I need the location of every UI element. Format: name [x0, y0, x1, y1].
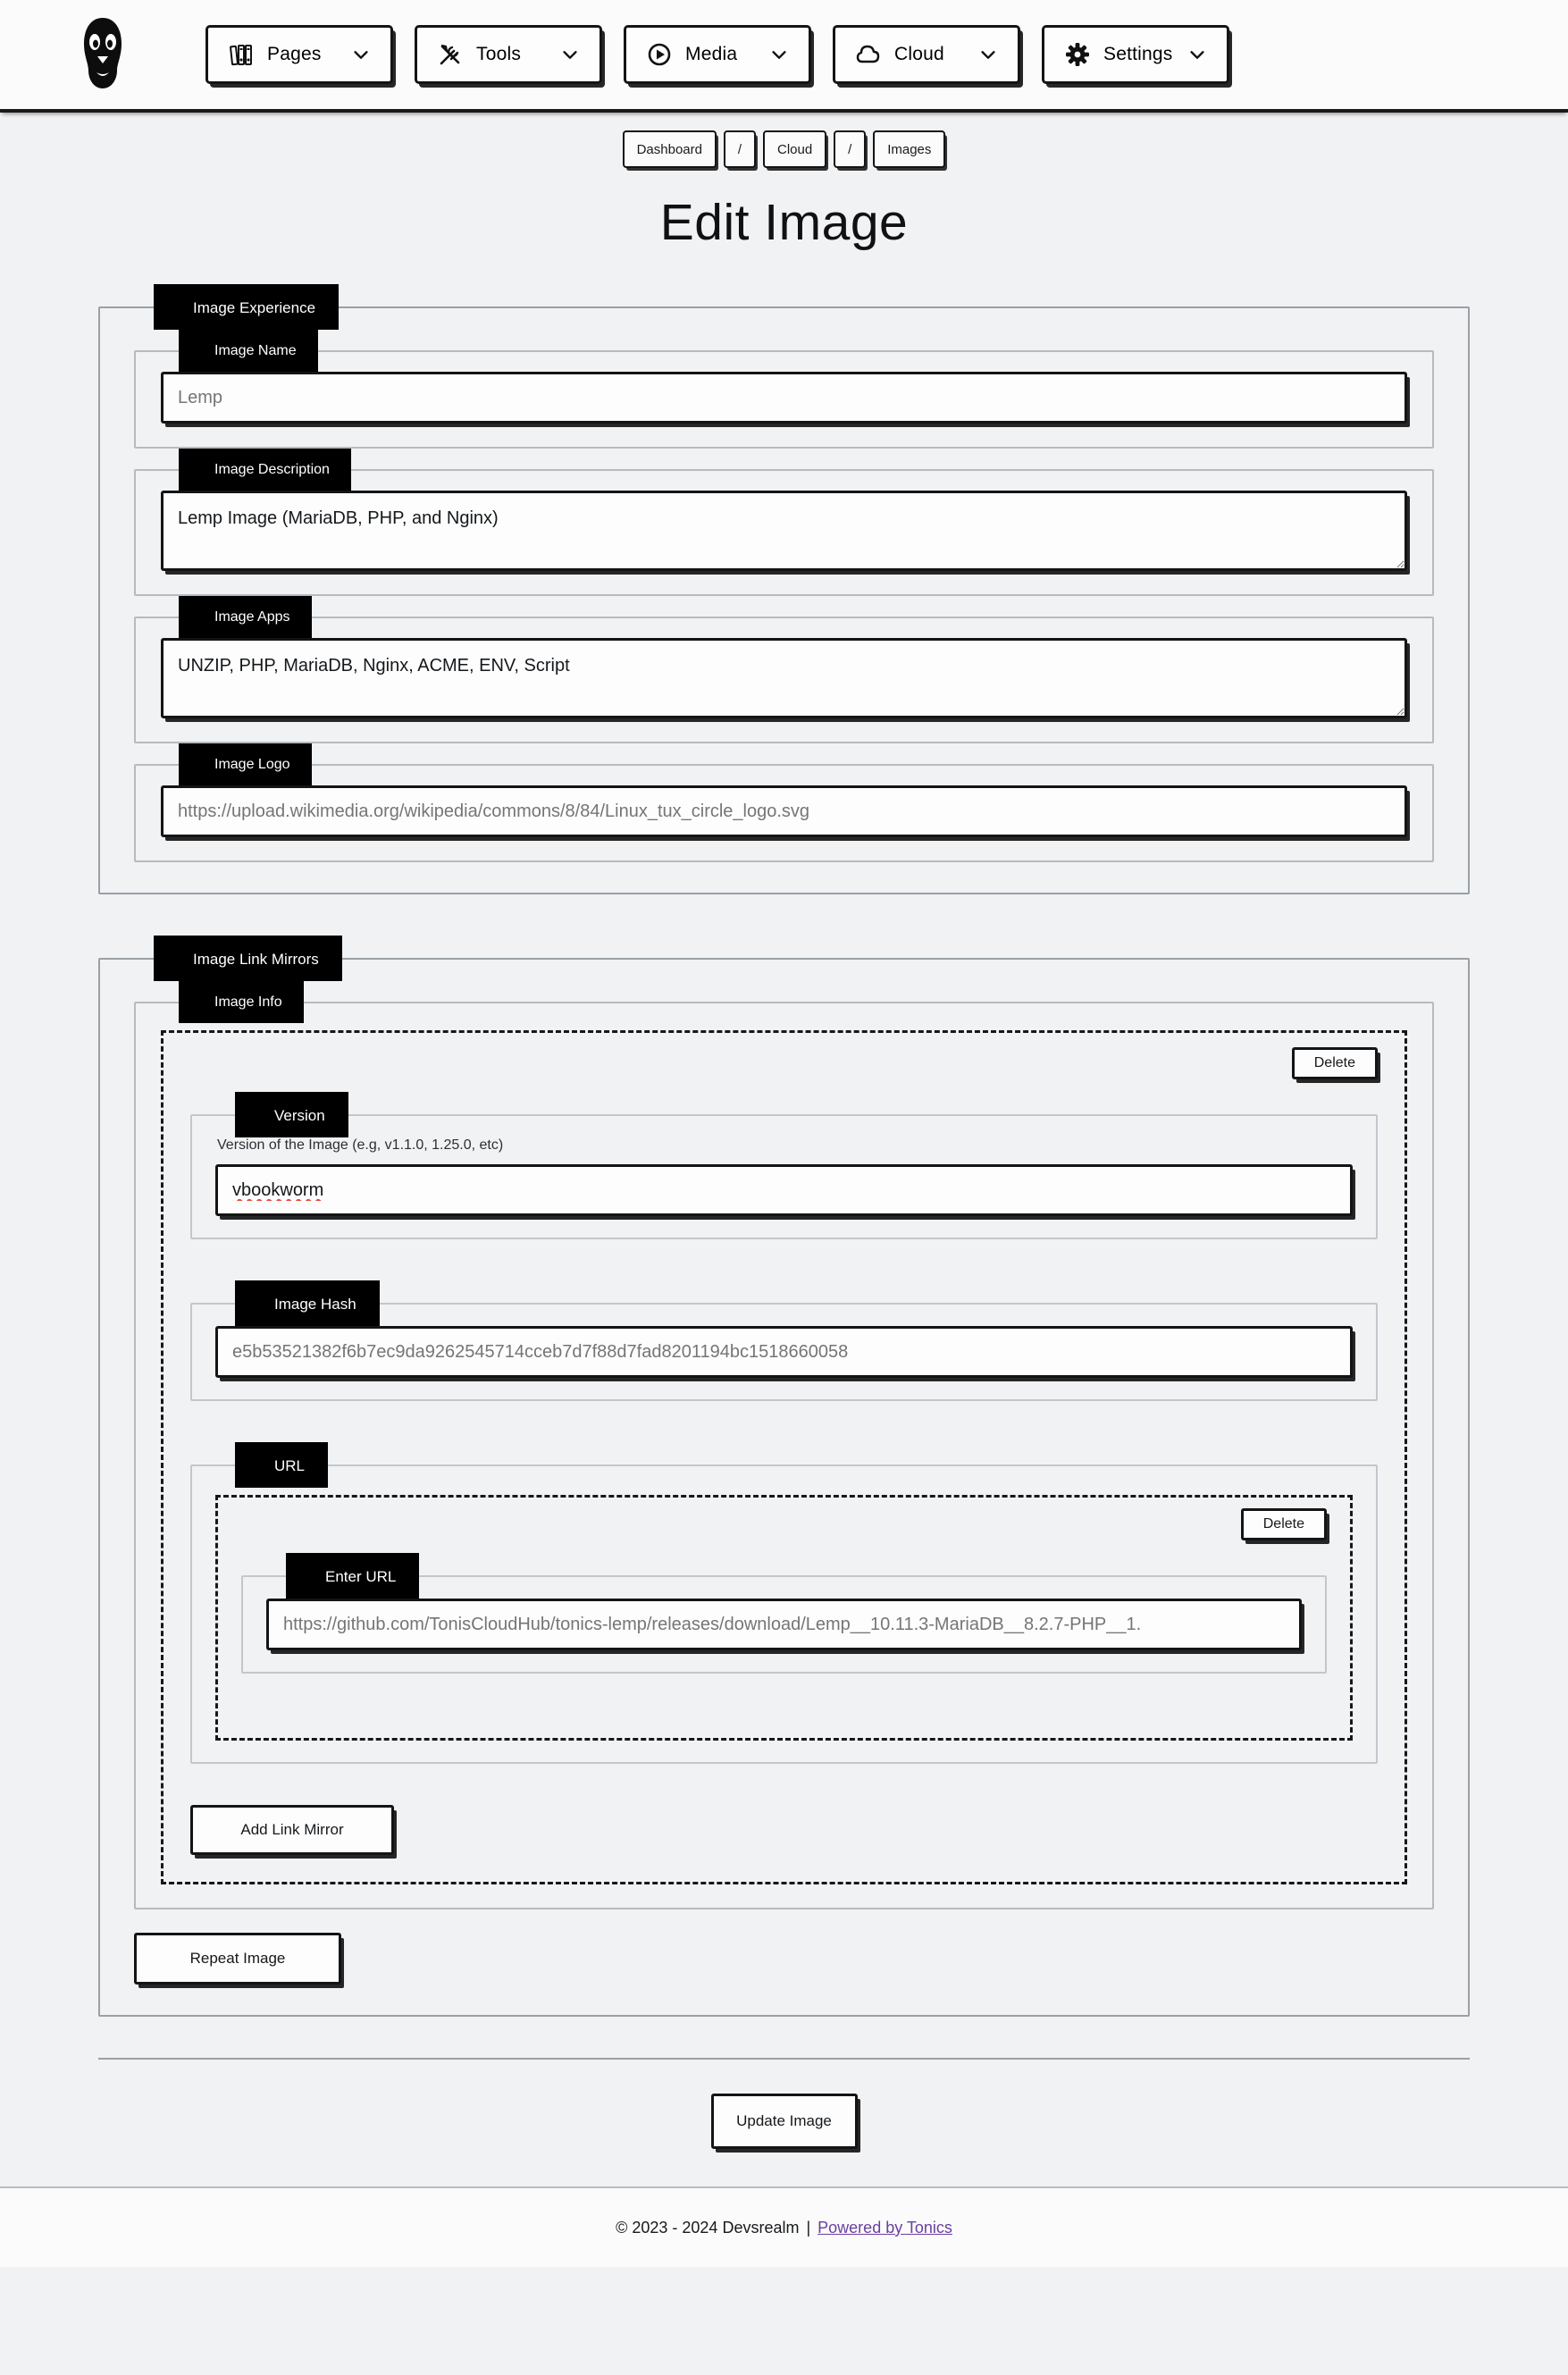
- update-image-button[interactable]: Update Image: [710, 2094, 858, 2149]
- chevron-down-icon: [354, 51, 368, 59]
- site-logo[interactable]: [0, 17, 205, 92]
- nav-item-label: Cloud: [894, 44, 944, 64]
- image-hash-input[interactable]: [215, 1326, 1353, 1378]
- breadcrumb: Dashboard / Cloud / Images: [0, 113, 1568, 168]
- enter-url-legend: Enter URL: [286, 1553, 420, 1599]
- submit-row: Update Image: [98, 2058, 1470, 2186]
- top-navigation-bar: Pages Tools Media Cloud Settings: [0, 0, 1568, 113]
- image-name-legend: Image Name: [179, 330, 318, 372]
- repeat-image-row: Repeat Image: [134, 1933, 1434, 1985]
- nav-item-label: Settings: [1103, 44, 1173, 64]
- version-group: Version Version of the Image (e.g, v1.1.…: [190, 1092, 1378, 1239]
- footer-copyright: © 2023 - 2024 Devsrealm: [616, 2218, 800, 2237]
- edit-image-form: Image Experience Image Name Image Descri…: [0, 284, 1568, 2186]
- image-description-legend: Image Description: [179, 449, 351, 491]
- nav-item-cloud[interactable]: Cloud: [833, 25, 1020, 84]
- add-link-mirror-row: Add Link Mirror: [190, 1805, 1378, 1855]
- image-logo-input[interactable]: [161, 785, 1407, 837]
- image-logo-group: Image Logo: [134, 743, 1434, 862]
- image-apps-group: Image Apps: [134, 596, 1434, 743]
- page-title: Edit Image: [659, 194, 909, 251]
- url-delete-row: Delete: [241, 1508, 1327, 1540]
- nav-item-tools[interactable]: Tools: [415, 25, 602, 84]
- image-apps-textarea[interactable]: [161, 638, 1407, 718]
- breadcrumb-item-images[interactable]: Images: [873, 130, 946, 168]
- nav-item-settings[interactable]: Settings: [1042, 25, 1229, 84]
- image-link-mirrors-legend: Image Link Mirrors: [154, 936, 342, 981]
- image-hash-group: Image Hash: [190, 1280, 1378, 1401]
- footer-separator: |: [806, 2218, 811, 2237]
- chevron-down-icon: [563, 51, 577, 59]
- chevron-down-icon: [1190, 51, 1204, 59]
- image-link-mirrors-section: Image Link Mirrors Image Info Delete Ver…: [98, 936, 1470, 2017]
- image-name-input[interactable]: [161, 372, 1407, 424]
- chevron-down-icon: [772, 51, 786, 59]
- image-description-group: Image Description: [134, 449, 1434, 596]
- breadcrumb-separator: /: [834, 130, 867, 168]
- image-description-textarea[interactable]: [161, 491, 1407, 571]
- image-logo-legend: Image Logo: [179, 743, 312, 785]
- delete-url-button[interactable]: Delete: [1240, 1508, 1327, 1540]
- books-icon: [228, 41, 255, 68]
- image-info-delete-row: Delete: [190, 1047, 1378, 1079]
- tools-icon: [437, 41, 464, 68]
- breadcrumb-item-cloud[interactable]: Cloud: [762, 130, 827, 168]
- image-name-group: Image Name: [134, 330, 1434, 449]
- image-info-legend: Image Info: [179, 981, 304, 1023]
- image-hash-legend: Image Hash: [235, 1280, 380, 1326]
- url-group: URL Delete Enter URL: [190, 1442, 1378, 1764]
- chevron-down-icon: [981, 51, 995, 59]
- breadcrumb-separator: /: [723, 130, 756, 168]
- image-info-group: Image Info Delete Version Version of the…: [134, 981, 1434, 1909]
- image-experience-legend: Image Experience: [154, 284, 340, 330]
- breadcrumb-item-dashboard[interactable]: Dashboard: [622, 130, 717, 168]
- image-info-repeater-item: Delete Version Version of the Image (e.g…: [161, 1030, 1407, 1884]
- cloud-icon: [855, 41, 882, 68]
- nav-item-pages[interactable]: Pages: [205, 25, 393, 84]
- nav-item-label: Media: [685, 44, 738, 64]
- tux-logo-icon: [84, 18, 122, 88]
- image-experience-section: Image Experience Image Name Image Descri…: [98, 284, 1470, 894]
- footer-powered-by-link[interactable]: Powered by Tonics: [818, 2219, 952, 2237]
- version-input[interactable]: [215, 1164, 1353, 1216]
- nav-item-label: Pages: [267, 44, 322, 64]
- play-circle-icon: [646, 41, 673, 68]
- enter-url-group: Enter URL: [241, 1553, 1327, 1674]
- add-link-mirror-button[interactable]: Add Link Mirror: [190, 1805, 394, 1855]
- repeat-image-button[interactable]: Repeat Image: [134, 1933, 341, 1985]
- enter-url-input[interactable]: [266, 1599, 1302, 1650]
- gear-icon: [1064, 41, 1091, 68]
- primary-nav: Pages Tools Media Cloud Settings: [205, 25, 1229, 84]
- nav-item-media[interactable]: Media: [624, 25, 811, 84]
- image-apps-legend: Image Apps: [179, 596, 312, 638]
- page-footer: © 2023 - 2024 Devsrealm | Powered by Ton…: [0, 2186, 1568, 2267]
- version-helper-text: Version of the Image (e.g, v1.1.0, 1.25.…: [217, 1137, 504, 1153]
- url-legend: URL: [235, 1442, 329, 1488]
- delete-image-info-button[interactable]: Delete: [1291, 1047, 1378, 1079]
- version-legend: Version: [235, 1092, 348, 1137]
- nav-item-label: Tools: [476, 44, 522, 64]
- url-repeater-item: Delete Enter URL: [215, 1495, 1353, 1741]
